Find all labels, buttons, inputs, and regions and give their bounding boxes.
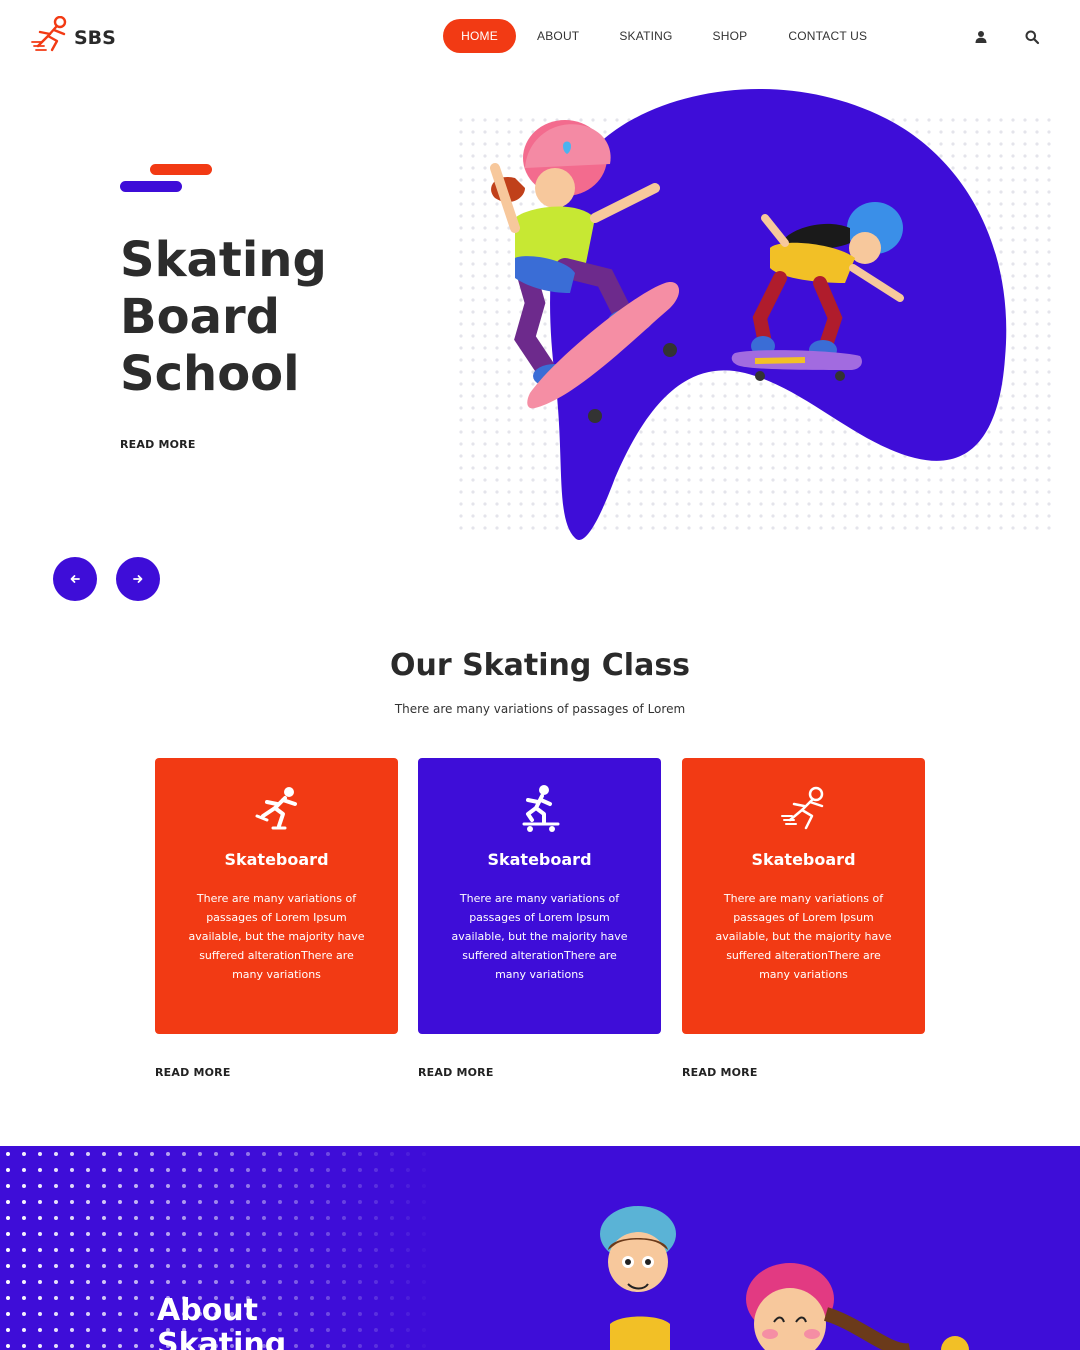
card-read-more-link[interactable]: READ MORE xyxy=(418,1066,494,1079)
section-subtitle: There are many variations of passages of… xyxy=(394,702,686,716)
nav-contact-us[interactable]: CONTACT US xyxy=(788,19,867,53)
card-read-more-link[interactable]: READ MORE xyxy=(682,1066,758,1079)
search-icon[interactable] xyxy=(1024,29,1040,45)
hero-read-more-link[interactable]: READ MORE xyxy=(120,438,196,451)
class-card[interactable]: Skateboard There are many variations of … xyxy=(418,758,661,1034)
nav-skating[interactable]: SKATING xyxy=(619,19,672,53)
section-title: Our Skating Class xyxy=(389,648,691,683)
card-text: There are many variations of passages of… xyxy=(715,892,892,981)
logo[interactable]: SBS xyxy=(30,16,116,54)
skater-icon xyxy=(781,786,824,830)
hero-title: Skating Board School xyxy=(120,232,327,402)
slider-prev-button[interactable] xyxy=(53,557,97,601)
about-title: About Skating xyxy=(157,1293,287,1350)
about-section: About Skating xyxy=(0,1146,1080,1350)
skateboarder-icon xyxy=(522,785,560,832)
skater-icon xyxy=(255,787,297,830)
card-text: There are many variations of passages of… xyxy=(188,892,365,981)
class-card[interactable]: Skateboard There are many variations of … xyxy=(155,758,398,1034)
card-title: Skateboard xyxy=(487,850,592,869)
class-card[interactable]: Skateboard There are many variations of … xyxy=(682,758,925,1034)
hero-skaters-illustration xyxy=(455,89,1055,540)
nav-home[interactable]: HOME xyxy=(443,19,516,53)
nav-about[interactable]: ABOUT xyxy=(537,19,579,53)
arrow-left-icon xyxy=(70,575,80,583)
skater-logo-icon xyxy=(31,16,67,52)
card-read-more-link[interactable]: READ MORE xyxy=(155,1066,231,1079)
card-title: Skateboard xyxy=(224,850,329,869)
arrow-right-icon xyxy=(133,575,143,583)
user-icon[interactable] xyxy=(973,29,989,45)
site-header: SBS HOME ABOUT SKATING SHOP CONTACT US xyxy=(0,0,1080,80)
logo-text: SBS xyxy=(74,27,116,49)
card-text: There are many variations of passages of… xyxy=(451,892,628,981)
hero-accent-bars xyxy=(120,164,214,194)
nav-shop[interactable]: SHOP xyxy=(713,19,748,53)
main-nav: HOME ABOUT SKATING SHOP CONTACT US xyxy=(443,19,867,53)
slider-next-button[interactable] xyxy=(116,557,160,601)
about-skaters-illustration xyxy=(600,1206,969,1350)
card-title: Skateboard xyxy=(751,850,856,869)
